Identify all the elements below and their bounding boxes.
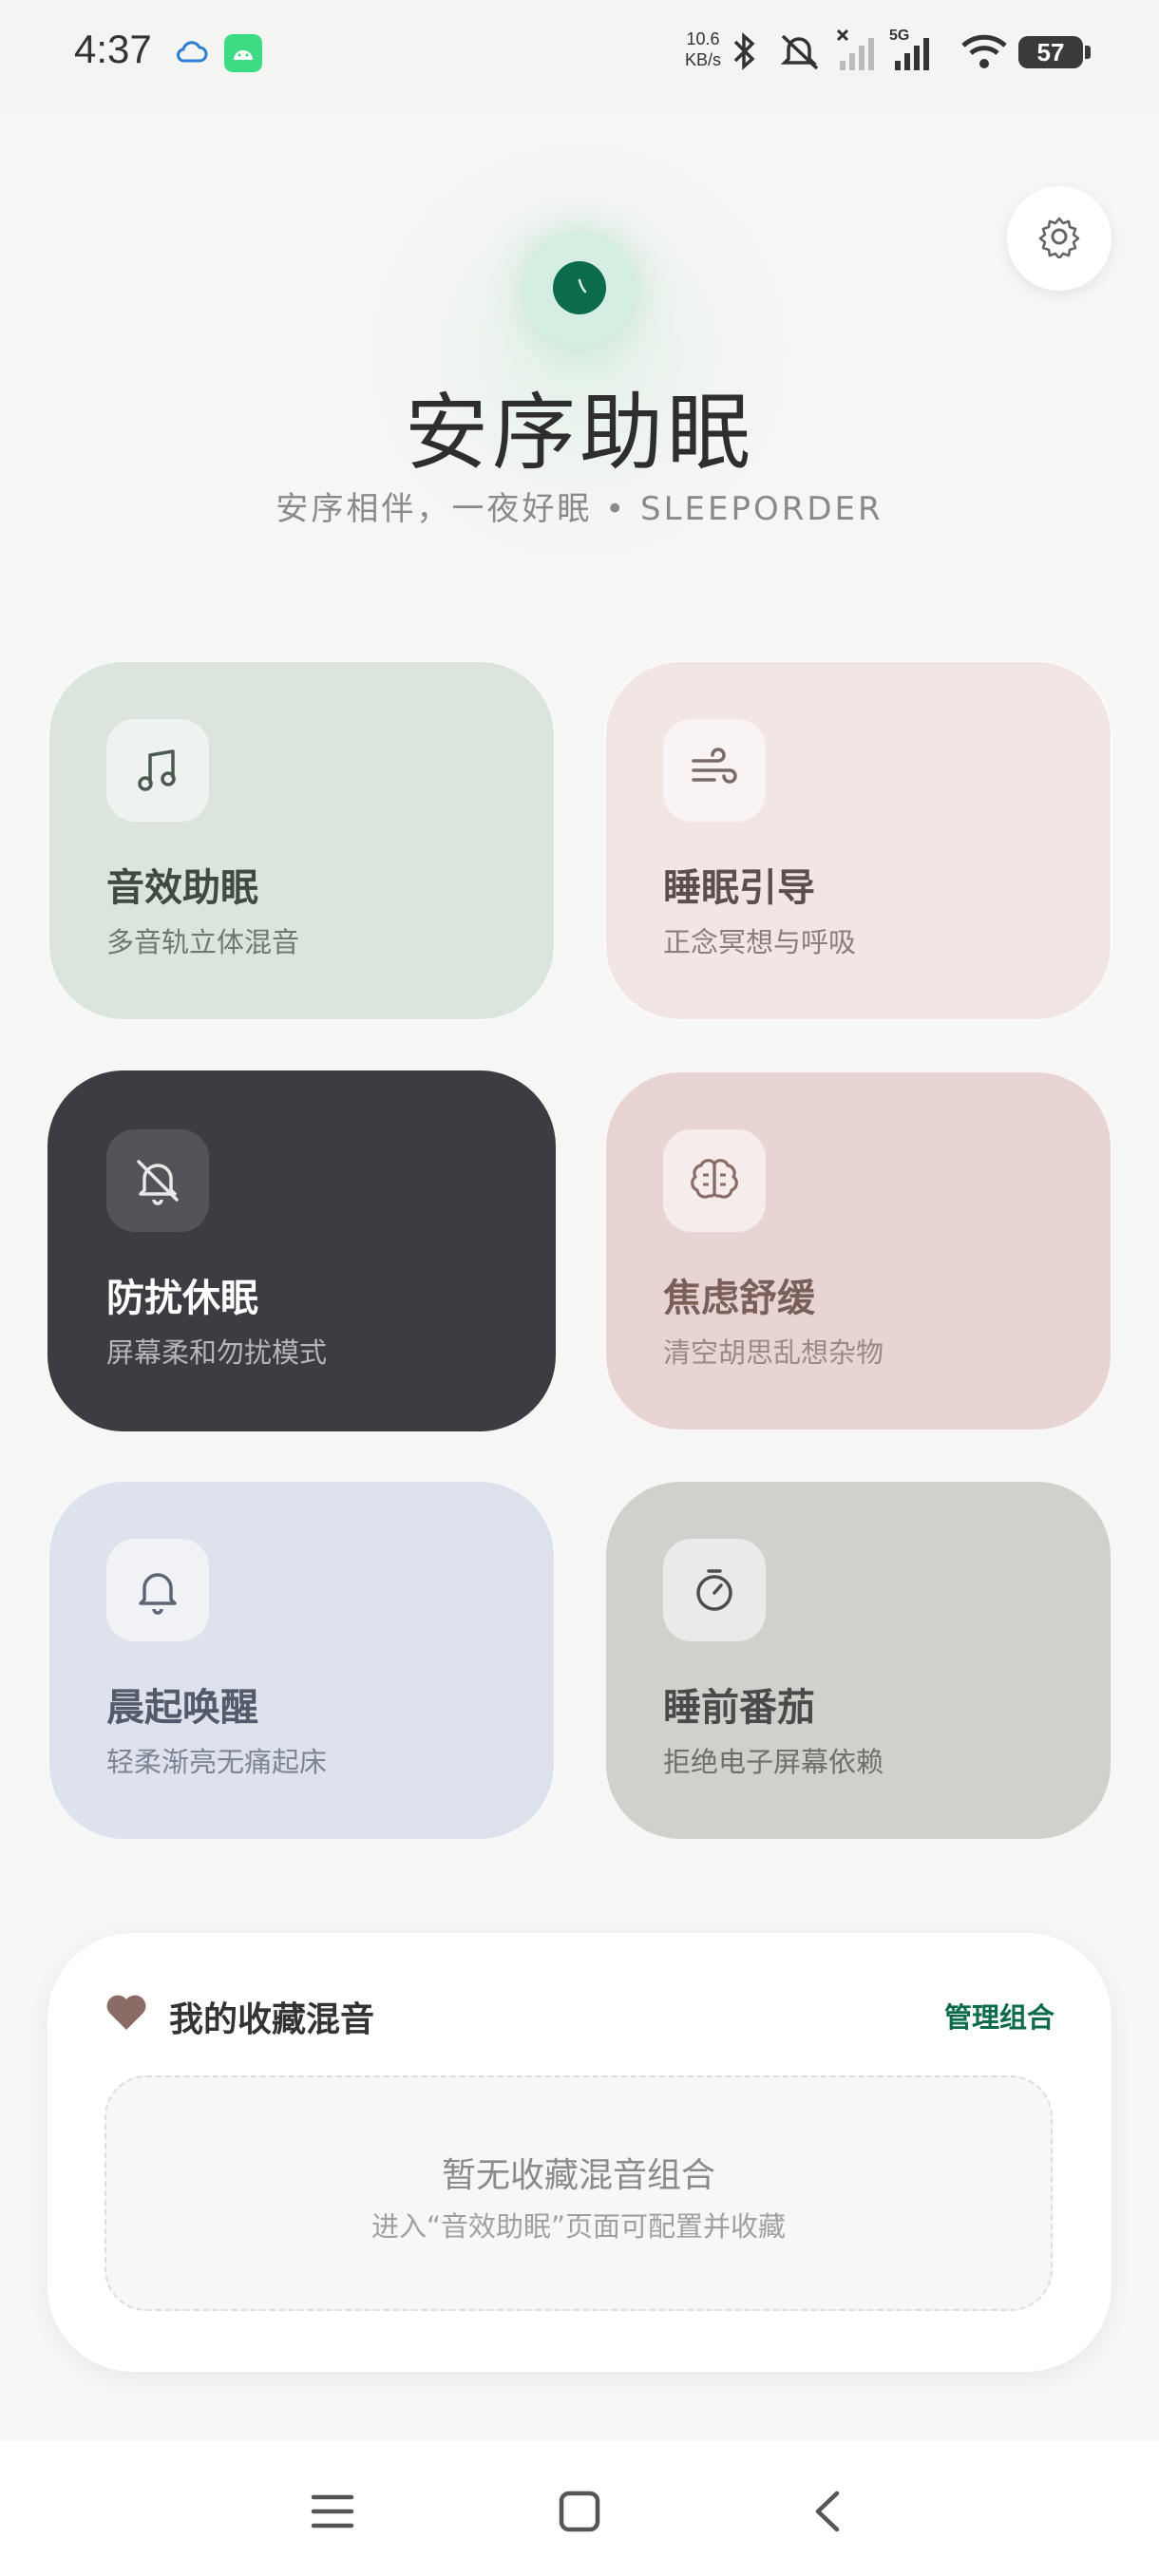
- app-subtitle: 安序相伴，一夜好眠 • SLEEPORDER: [276, 490, 884, 528]
- card-do-not-disturb[interactable]: 防扰休眠 屏幕柔和勿扰模式: [48, 1070, 556, 1431]
- card-title: 音效助眠: [106, 866, 258, 910]
- cloud-icon: [176, 38, 208, 68]
- empty-state-description: 进入“音效助眠”页面可配置并收藏: [370, 2210, 787, 2243]
- card-anxiety-relief[interactable]: 焦虑舒缓 清空胡思乱想杂物: [604, 1070, 1112, 1431]
- favorites-title: 我的收藏混音: [169, 2000, 375, 2039]
- app-logo: [522, 231, 636, 345]
- card-title: 睡眠引导: [663, 866, 815, 910]
- mute-icon: [777, 30, 823, 76]
- settings-button[interactable]: [1007, 186, 1112, 291]
- timer-icon: [663, 1539, 766, 1641]
- card-pomodoro[interactable]: 睡前番茄 拒绝电子屏幕依赖: [604, 1480, 1112, 1841]
- favorites-card: 我的收藏混音 管理组合 暂无收藏混音组合 进入“音效助眠”页面可配置并收藏: [48, 1933, 1112, 2372]
- signal-5g-icon: 5G: [889, 27, 940, 76]
- empty-state-title: 暂无收藏混音组合: [441, 2156, 715, 2195]
- card-subtitle: 拒绝电子屏幕依赖: [663, 1746, 884, 1778]
- net-speed: 10.6 KB/s: [680, 28, 726, 70]
- system-nav-bar: [0, 2441, 1159, 2576]
- manage-combos-link[interactable]: 管理组合: [944, 1996, 1054, 2036]
- card-sleep-guide[interactable]: 睡眠引导 正念冥想与呼吸: [604, 660, 1112, 1021]
- wifi-icon: [960, 32, 1009, 74]
- net-speed-unit: KB/s: [684, 50, 721, 69]
- signal-off-icon: [836, 28, 880, 76]
- back-button[interactable]: [798, 2485, 855, 2542]
- bell-off-icon: [106, 1129, 209, 1232]
- svg-text:5G: 5G: [889, 28, 909, 44]
- home-square-icon: [558, 2490, 601, 2537]
- home-button[interactable]: [551, 2485, 608, 2542]
- net-speed-value: 10.6: [686, 29, 720, 48]
- moon-clock-icon: [553, 261, 606, 314]
- card-title: 晨起唤醒: [106, 1686, 258, 1730]
- card-subtitle: 多音轨立体混音: [106, 926, 300, 958]
- music-note-icon: [106, 719, 209, 822]
- card-morning-wake[interactable]: 晨起唤醒 轻柔渐亮无痛起床: [48, 1480, 556, 1841]
- card-subtitle: 屏幕柔和勿扰模式: [106, 1336, 328, 1369]
- card-title: 睡前番茄: [663, 1686, 815, 1730]
- card-title: 焦虑舒缓: [663, 1277, 815, 1320]
- favorites-empty-state: 暂无收藏混音组合 进入“音效助眠”页面可配置并收藏: [104, 2075, 1053, 2311]
- card-subtitle: 清空胡思乱想杂物: [663, 1336, 884, 1369]
- wind-icon: [663, 719, 766, 822]
- brain-icon: [663, 1129, 766, 1232]
- status-time: 4:37: [74, 27, 152, 71]
- card-sound-sleep[interactable]: 音效助眠 多音轨立体混音: [48, 660, 556, 1021]
- menu-icon: [311, 2492, 354, 2534]
- status-bar: 4:37 10.6 KB/s 5G 57: [0, 0, 1159, 109]
- card-subtitle: 正念冥想与呼吸: [663, 926, 857, 958]
- menu-button[interactable]: [304, 2485, 361, 2542]
- android-icon: [224, 34, 262, 76]
- card-title: 防扰休眠: [106, 1277, 258, 1320]
- app-title: 安序助眠: [404, 384, 754, 482]
- card-subtitle: 轻柔渐亮无痛起床: [106, 1746, 328, 1778]
- bell-icon: [106, 1539, 209, 1641]
- heart-icon: [104, 1992, 148, 2036]
- battery-indicator: 57: [1018, 36, 1091, 68]
- bluetooth-icon: [730, 30, 758, 76]
- chevron-left-icon: [812, 2490, 841, 2537]
- gear-icon: [1037, 215, 1081, 262]
